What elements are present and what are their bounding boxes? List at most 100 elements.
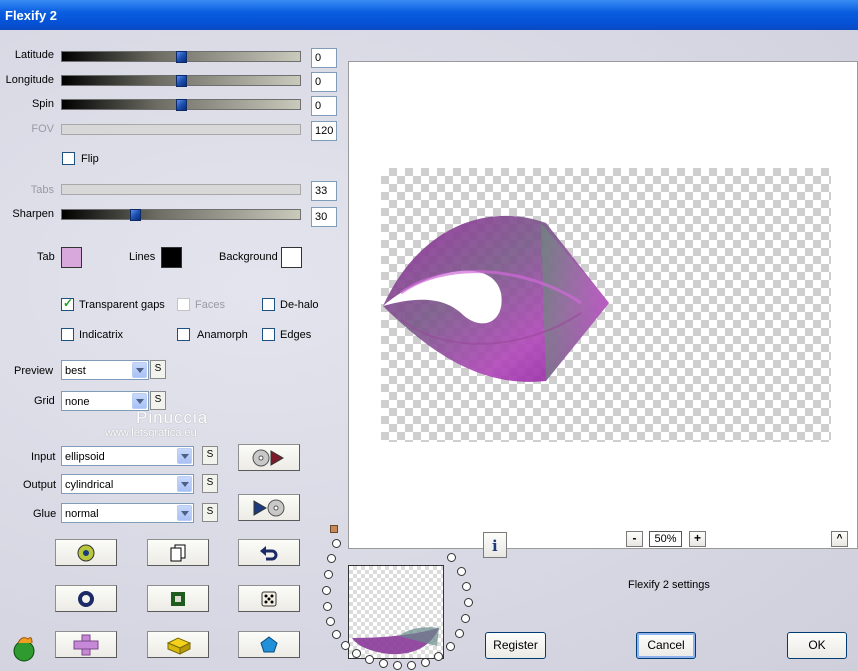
de-halo-checkbox[interactable] [262, 298, 275, 311]
watermark-site: www.letsgrafica.eu [105, 427, 197, 439]
longitude-label: Longitude [5, 74, 54, 86]
chevron-down-icon[interactable] [132, 362, 147, 378]
edges-label: Edges [280, 329, 312, 341]
frame-button[interactable] [147, 585, 209, 612]
grid-value: none [65, 396, 90, 408]
output-select[interactable]: cylindrical [61, 474, 194, 494]
output-s-button[interactable]: S [202, 474, 218, 493]
longitude-slider[interactable] [61, 75, 301, 87]
latitude-slider[interactable] [61, 51, 301, 63]
orbit-dot[interactable] [352, 649, 361, 658]
tab-color-swatch[interactable] [61, 247, 82, 268]
watermark-name: Pinuccia [136, 408, 209, 427]
orbit-dot[interactable] [464, 598, 473, 607]
cancel-button[interactable]: Cancel [636, 632, 696, 659]
sharpen-thumb[interactable] [130, 209, 141, 221]
orbit-dot[interactable] [457, 567, 466, 576]
copy-button[interactable] [147, 539, 209, 566]
orbit-dot[interactable] [393, 661, 402, 670]
zoom-out-button[interactable]: - [626, 531, 643, 547]
undo-button[interactable] [238, 539, 300, 566]
chevron-down-icon[interactable] [177, 476, 192, 492]
spin-thumb[interactable] [176, 99, 187, 111]
spin-slider[interactable] [61, 99, 301, 111]
orbit-dot[interactable] [326, 617, 335, 626]
navigator-thumbnail[interactable] [348, 565, 444, 659]
randomize-button[interactable] [55, 539, 117, 566]
cross-button[interactable] [55, 631, 117, 658]
info-button[interactable]: i [483, 532, 507, 558]
orbit-dot[interactable] [446, 642, 455, 651]
preview-canvas[interactable] [348, 61, 858, 549]
orbit-dot[interactable] [332, 539, 341, 548]
brick-button[interactable] [147, 631, 209, 658]
anamorph-checkbox[interactable] [177, 328, 190, 341]
indicatrix-checkbox[interactable] [61, 328, 74, 341]
lines-color-swatch[interactable] [161, 247, 182, 268]
chevron-down-icon[interactable] [177, 505, 192, 521]
save-output-button[interactable] [238, 494, 300, 521]
output-label: Output [23, 479, 57, 491]
background-color-swatch[interactable] [281, 247, 302, 268]
chevron-down-icon[interactable] [177, 448, 192, 464]
orbit-dot[interactable] [365, 655, 374, 664]
orbit-dot[interactable] [324, 570, 333, 579]
input-value: ellipsoid [65, 451, 105, 463]
register-button[interactable]: Register [485, 632, 546, 659]
input-select[interactable]: ellipsoid [61, 446, 194, 466]
spin-value-field[interactable]: 0 [311, 96, 337, 116]
orbit-dot[interactable] [323, 602, 332, 611]
latitude-thumb[interactable] [176, 51, 187, 63]
input-label: Input [31, 451, 56, 463]
dice-button[interactable] [238, 585, 300, 612]
preview-s-button[interactable]: S [150, 360, 166, 379]
flip-label: Flip [81, 153, 99, 165]
orbit-dot[interactable] [421, 658, 430, 667]
orbit-dot[interactable] [379, 659, 388, 668]
orbit-dot[interactable] [462, 582, 471, 591]
title-bar: Flexify 2 [0, 0, 858, 30]
zoom-in-button[interactable]: + [689, 531, 706, 547]
main-panel: Latitude 0 Longitude 0 Spin 0 FOV 120 Fl… [0, 30, 858, 671]
tab-color-label: Tab [37, 251, 55, 263]
transparent-gaps-label: Transparent gaps [79, 299, 165, 311]
preview-value: best [65, 365, 86, 377]
ring-button[interactable] [55, 585, 117, 612]
glue-value: normal [65, 508, 99, 520]
flip-checkbox[interactable] [62, 152, 75, 165]
orbit-dot[interactable] [322, 586, 331, 595]
glue-select[interactable]: normal [61, 503, 194, 523]
orbit-dot[interactable] [332, 630, 341, 639]
orbit-dot[interactable] [455, 629, 464, 638]
input-s-button[interactable]: S [202, 446, 218, 465]
orientation-handle[interactable] [330, 525, 338, 533]
orbit-dot[interactable] [461, 614, 470, 623]
orbit-dot[interactable] [434, 652, 443, 661]
edges-checkbox[interactable] [262, 328, 275, 341]
glue-s-button[interactable]: S [202, 503, 218, 522]
sharpen-slider[interactable] [61, 209, 301, 221]
longitude-value-field[interactable]: 0 [311, 72, 337, 92]
latitude-value-field[interactable]: 0 [311, 48, 337, 68]
pentagon-button[interactable] [238, 631, 300, 658]
zoom-level: 50% [649, 531, 682, 547]
flexify-result-image [383, 215, 609, 382]
preview-select[interactable]: best [61, 360, 149, 380]
orbit-dot[interactable] [407, 661, 416, 670]
collapse-button[interactable]: ^ [831, 531, 848, 547]
sharpen-value-field[interactable]: 30 [311, 207, 337, 227]
chevron-down-icon[interactable] [132, 393, 147, 409]
ok-button[interactable]: OK [787, 632, 847, 659]
orbit-dot[interactable] [447, 553, 456, 562]
anamorph-label: Anamorph [197, 329, 248, 341]
load-input-button[interactable] [238, 444, 300, 471]
longitude-thumb[interactable] [176, 75, 187, 87]
orbit-dot[interactable] [341, 641, 350, 650]
fov-label: FOV [31, 123, 54, 135]
sharpen-label: Sharpen [12, 208, 54, 220]
transparent-gaps-checkbox[interactable]: ✓ [61, 296, 74, 311]
output-value: cylindrical [65, 479, 114, 491]
orbit-dot[interactable] [327, 554, 336, 563]
faces-label: Faces [195, 299, 225, 311]
check-icon: ✓ [63, 296, 74, 310]
